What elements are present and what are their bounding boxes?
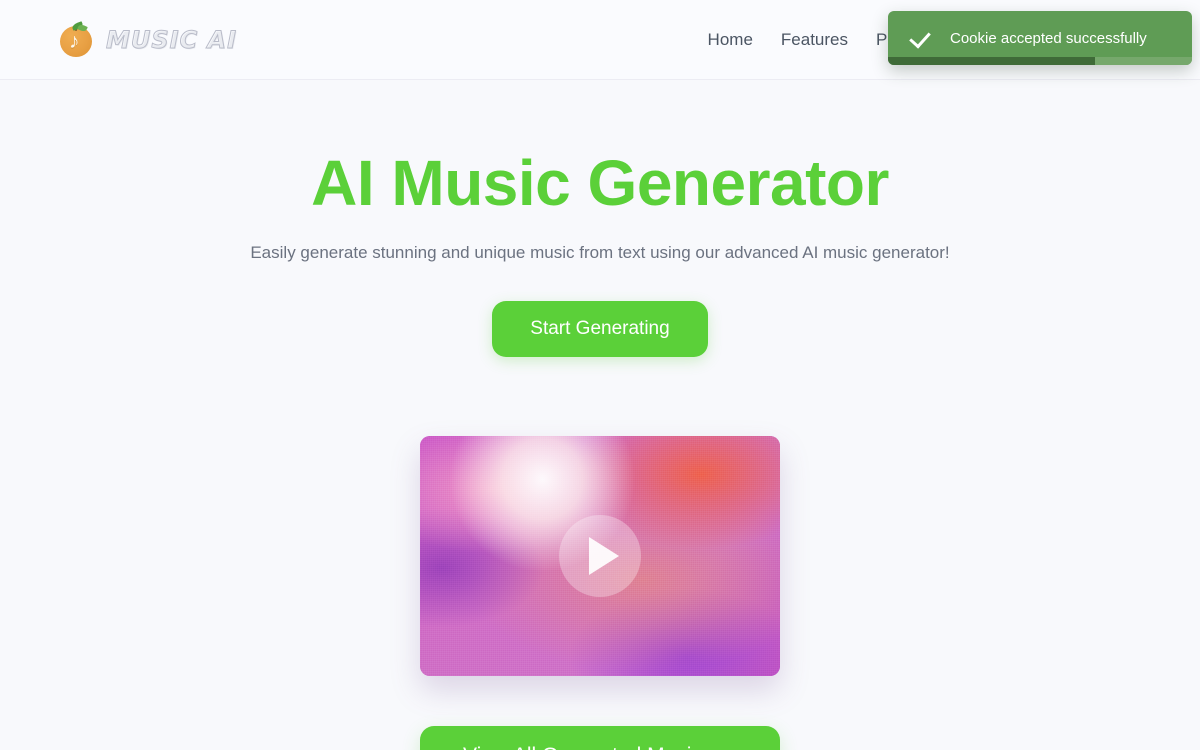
toast-progress-fill [888,57,1095,65]
brand-wordmark: MUSIC AI [105,25,238,54]
orange-music-note-icon: ♪ [60,20,94,57]
hero-subtitle: Easily generate stunning and unique musi… [250,243,950,263]
play-icon[interactable] [559,515,641,598]
brand-logo[interactable]: ♪ MUSIC AI [60,20,238,57]
hero-section: AI Music Generator Easily generate stunn… [0,80,1200,750]
nav-link-features[interactable]: Features [781,30,848,50]
toast-message: Cookie accepted successfully [950,29,1147,47]
nav-link-home[interactable]: Home [708,30,753,50]
check-icon [910,27,932,49]
start-generating-button[interactable]: Start Generating [492,301,708,358]
video-preview-card[interactable] [420,436,780,677]
play-triangle [588,537,619,576]
view-all-label: View All Generated Music [463,744,702,750]
view-all-generated-music-button[interactable]: View All Generated Music → [420,726,780,750]
toast-notification[interactable]: Cookie accepted successfully [888,11,1192,65]
toast-progress-track [888,57,1192,65]
page-title: AI Music Generator [311,147,889,219]
arrow-right-icon: → [716,746,737,750]
